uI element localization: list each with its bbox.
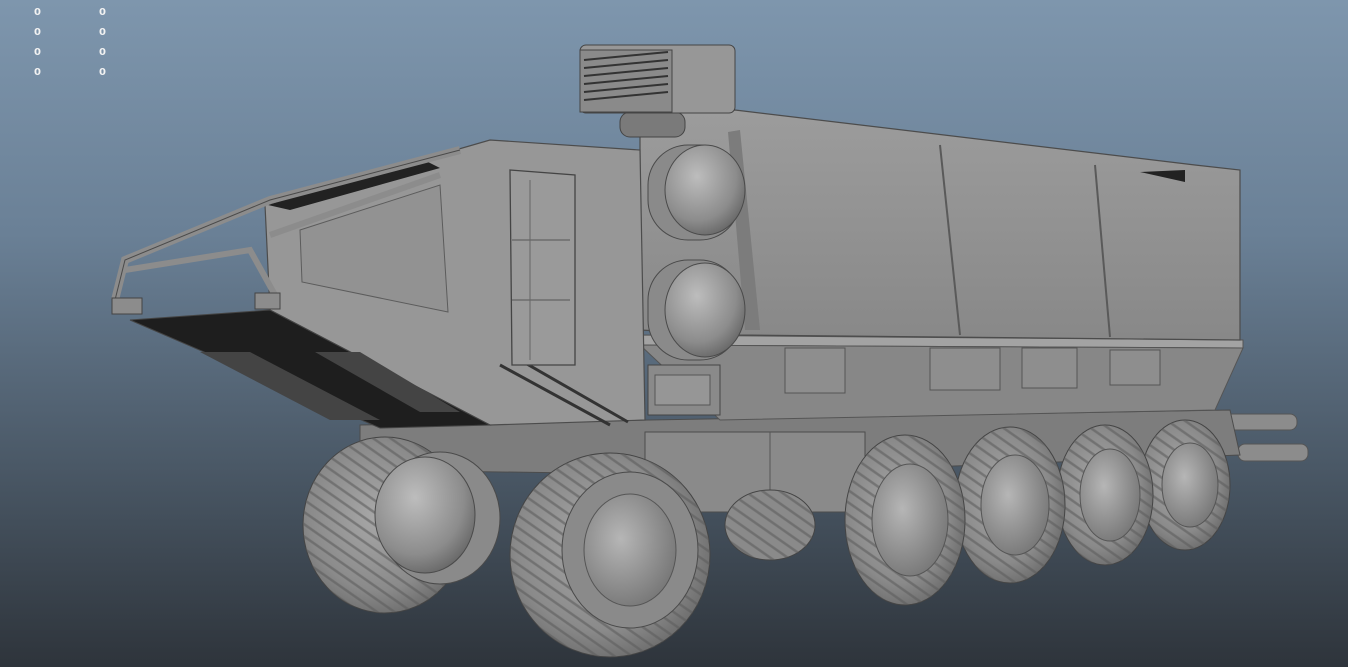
vehicle-model[interactable]	[0, 0, 1348, 667]
wheel-middle-far	[724, 489, 816, 561]
light-dome-lower	[647, 259, 746, 361]
front-grille-box	[647, 364, 721, 416]
light-dome-upper	[647, 144, 746, 241]
wheel-rear-4	[1139, 419, 1231, 551]
wheel-front-left	[302, 436, 501, 614]
wheel-rear-3	[1056, 424, 1154, 566]
wheel-rear-1	[844, 434, 966, 606]
wheel-rear-2	[954, 426, 1066, 584]
wheel-front-right	[509, 452, 711, 658]
cab-door	[509, 169, 576, 366]
side-ledge	[638, 334, 1244, 421]
rear-pipe-lower	[1237, 443, 1309, 462]
3d-viewport[interactable]: 0 0 0 0 0 0 0 0	[0, 0, 1348, 667]
